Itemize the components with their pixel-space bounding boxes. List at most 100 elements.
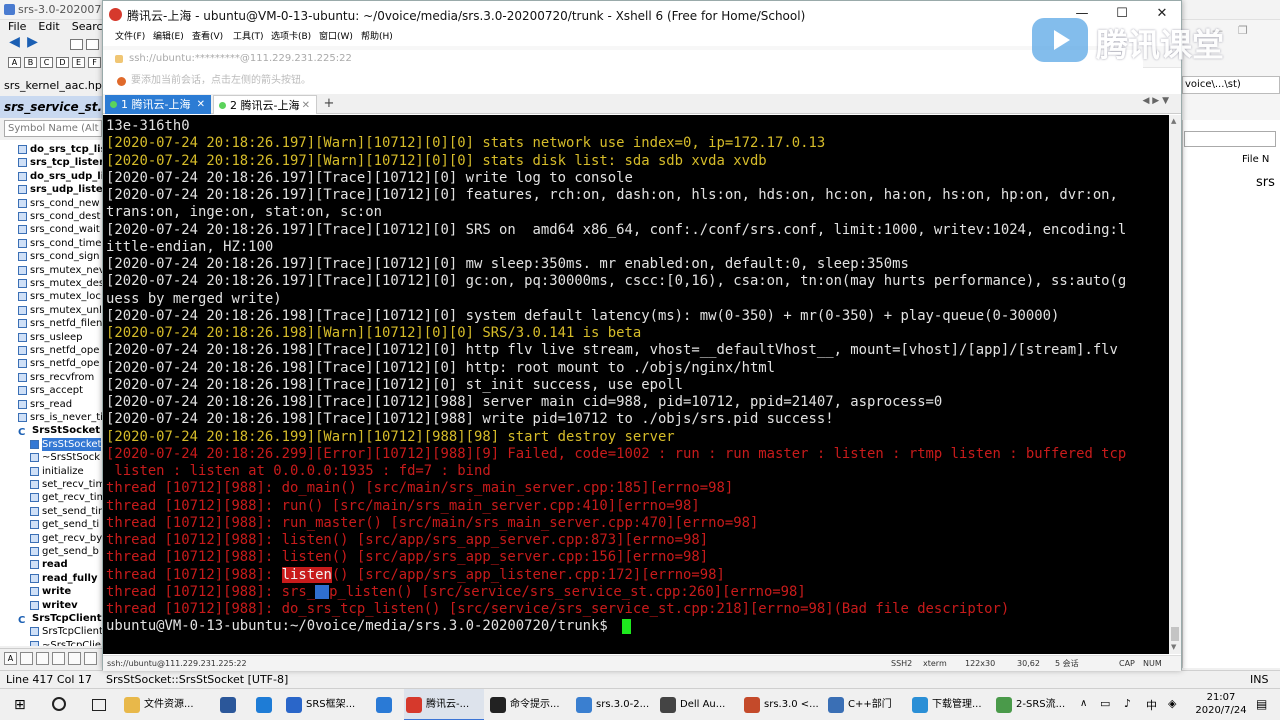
panel-tree-icon[interactable] — [36, 652, 49, 665]
scroll-up-icon[interactable]: ▲ — [1171, 117, 1176, 125]
forward-arrow-icon[interactable]: ▶ — [26, 35, 39, 49]
symbol-list-item[interactable]: ~SrsStSock — [30, 451, 100, 464]
tab-scroll-arrows-icon[interactable]: ◀ ▶ ▼ — [1143, 96, 1170, 106]
symbol-list-item[interactable]: srs_netfd_ope — [18, 357, 99, 370]
selected-text-highlight[interactable]: listen — [281, 566, 332, 583]
right-panel-dropdown[interactable] — [1184, 131, 1276, 147]
symbol-list-item[interactable]: get_send_b — [30, 545, 99, 558]
symbol-list-item[interactable]: C SrsTcpClient — [18, 612, 102, 626]
toolbar-window-icon[interactable] — [70, 39, 83, 50]
right-panel-value[interactable]: srs — [1256, 175, 1275, 190]
add-tab-button[interactable]: + — [321, 95, 337, 113]
symbol-list-item[interactable]: srs_mutex_unl — [18, 304, 102, 317]
symbol-list-item[interactable]: srs_accept — [18, 384, 83, 397]
start-button[interactable]: ⊞ — [0, 689, 42, 720]
symbol-search-input[interactable]: Symbol Name (Alt — [4, 120, 102, 137]
toolbar-c-icon[interactable]: C — [40, 57, 53, 68]
toolbar-b-icon[interactable]: B — [24, 57, 37, 68]
search-button[interactable] — [44, 689, 74, 720]
xs-menu-edit[interactable]: 编辑(E) — [153, 28, 184, 46]
taskbar-app-5[interactable] — [368, 689, 402, 720]
symbol-list-item[interactable]: srs_cond_new — [18, 197, 100, 210]
symbol-list-item[interactable]: get_send_ti — [30, 518, 99, 531]
address-bar[interactable]: ssh://ubuntu:*********@111.229.231.225:2… — [103, 50, 1143, 68]
volume-icon[interactable]: ♪ — [1124, 697, 1131, 710]
symbol-list-item[interactable]: srs_mutex_des — [18, 277, 102, 290]
terminal-output[interactable]: 13e-316th0 [2020-07-24 20:18:26.197][Warn… — [103, 115, 1169, 654]
tab-close-icon[interactable]: ✕ — [302, 96, 310, 115]
system-clock[interactable]: 21:07 2020/7/24 — [1195, 691, 1247, 717]
network-icon[interactable]: ▭ — [1100, 697, 1110, 710]
toolbar-f-icon[interactable]: F — [88, 57, 101, 68]
taskbar-app-2[interactable] — [212, 689, 246, 720]
symbol-list-item[interactable]: srs_netfd_ope — [18, 344, 99, 357]
taskbar-app-10[interactable]: srs.3.0 <... — [742, 689, 826, 720]
xs-menu-window[interactable]: 窗口(W) — [319, 28, 353, 46]
symbol-list-item[interactable]: get_recv_by — [30, 532, 102, 545]
taskbar-app-13[interactable]: 2-SRS流... — [994, 689, 1078, 720]
symbol-list-item[interactable]: srs_cond_wait — [18, 223, 100, 236]
terminal-scrollbar[interactable]: ▲ ▼ — [1169, 115, 1181, 654]
symbol-list-item[interactable]: write — [30, 585, 71, 598]
scroll-down-icon[interactable]: ▼ — [1171, 643, 1176, 651]
symbol-list-item[interactable]: ~SrsTcpClie — [30, 639, 101, 646]
symbol-list-item[interactable]: SrsStSocket — [30, 437, 102, 451]
symbol-list-item[interactable]: srs_cond_sign — [18, 250, 100, 263]
taskbar-app-12[interactable]: 下载管理... — [910, 689, 994, 720]
symbol-list-item[interactable]: srs_read — [18, 398, 72, 411]
symbol-list-item[interactable]: srs_is_never_ti — [18, 411, 102, 424]
taskbar-app-8[interactable]: srs.3.0-2... — [574, 689, 658, 720]
taskbar-app-9[interactable]: Dell Au... — [658, 689, 742, 720]
xs-menu-tools[interactable]: 工具(T) — [233, 28, 264, 46]
symbol-list-item[interactable]: srs_mutex_loc — [18, 290, 101, 303]
session-tab-1[interactable]: 1 腾讯云-上海 ✕ — [105, 95, 211, 114]
symbol-list-item[interactable]: do_srs_udp_lis — [18, 170, 102, 183]
tray-chevron-icon[interactable]: ∧ — [1080, 698, 1087, 709]
file-tab-aac[interactable]: srs_kernel_aac.hpp — [0, 78, 102, 94]
symbol-list-item[interactable]: srs_mutex_nev — [18, 264, 102, 277]
taskbar-app-6[interactable]: 腾讯云-... — [404, 689, 484, 720]
xs-menu-tabs[interactable]: 选项卡(B) — [271, 28, 311, 46]
toolbar-a-icon[interactable]: A — [8, 57, 21, 68]
xs-menu-file[interactable]: 文件(F) — [115, 28, 145, 46]
taskbar-app-4[interactable]: SRS框架... — [284, 689, 368, 720]
menu-edit[interactable]: Edit — [38, 20, 59, 33]
taskbar-app-7[interactable]: 命令提示... — [488, 689, 572, 720]
symbol-list-item[interactable]: initialize — [30, 465, 84, 478]
current-file-tab[interactable]: srs_service_st.cp — [0, 96, 102, 118]
symbol-list-item[interactable]: srs_cond_time — [18, 237, 101, 250]
tab-close-icon[interactable]: ✕ — [197, 95, 205, 114]
panel-list-icon[interactable] — [20, 652, 33, 665]
panel-grid-icon[interactable] — [84, 652, 97, 665]
menu-search[interactable]: Searc — [72, 20, 102, 33]
az-sort-icon[interactable]: A — [4, 652, 17, 665]
tray-app-icon[interactable]: ◈ — [1168, 697, 1176, 710]
session-tab-2[interactable]: 2 腾讯云-上海 ✕ — [213, 95, 317, 114]
symbol-list-item[interactable]: SrsTcpClient — [30, 625, 102, 638]
symbol-list-item[interactable]: srs_udp_listen — [18, 183, 102, 196]
menu-file[interactable]: File — [8, 20, 26, 33]
symbol-list-item[interactable]: set_recv_tim — [30, 478, 102, 491]
notification-icon[interactable]: ▤ — [1256, 697, 1267, 711]
symbol-list-item[interactable]: srs_netfd_filen — [18, 317, 102, 330]
symbol-list-item[interactable]: set_send_tim — [30, 505, 102, 518]
symbol-list-item[interactable]: do_srs_tcp_list — [18, 143, 102, 156]
panel-filter-icon[interactable] — [52, 652, 65, 665]
symbol-list-item[interactable]: srs_cond_dest — [18, 210, 100, 223]
symbol-list-item[interactable]: srs_tcp_listen — [18, 156, 102, 169]
taskbar-app-1[interactable]: 文件资源... — [122, 689, 218, 720]
panel-settings-icon[interactable] — [68, 652, 81, 665]
symbol-list-item[interactable]: srs_usleep — [18, 331, 83, 344]
symbol-list-item[interactable]: read — [30, 558, 68, 571]
symbol-list-item[interactable]: writev — [30, 599, 78, 612]
toolbar-list-icon[interactable] — [86, 39, 99, 50]
symbol-list-item[interactable]: read_fully — [30, 572, 97, 585]
taskbar-app-3[interactable] — [248, 689, 282, 720]
right-panel-tab[interactable]: voice\...\st) — [1182, 76, 1280, 94]
task-view-button[interactable] — [84, 689, 114, 720]
toolbar-e-icon[interactable]: E — [72, 57, 85, 68]
symbol-list-item[interactable]: get_recv_tim — [30, 491, 102, 504]
symbol-list-item[interactable]: C SrsStSocket — [18, 424, 100, 438]
toolbar-d-icon[interactable]: D — [56, 57, 69, 68]
xs-menu-help[interactable]: 帮助(H) — [361, 28, 393, 46]
